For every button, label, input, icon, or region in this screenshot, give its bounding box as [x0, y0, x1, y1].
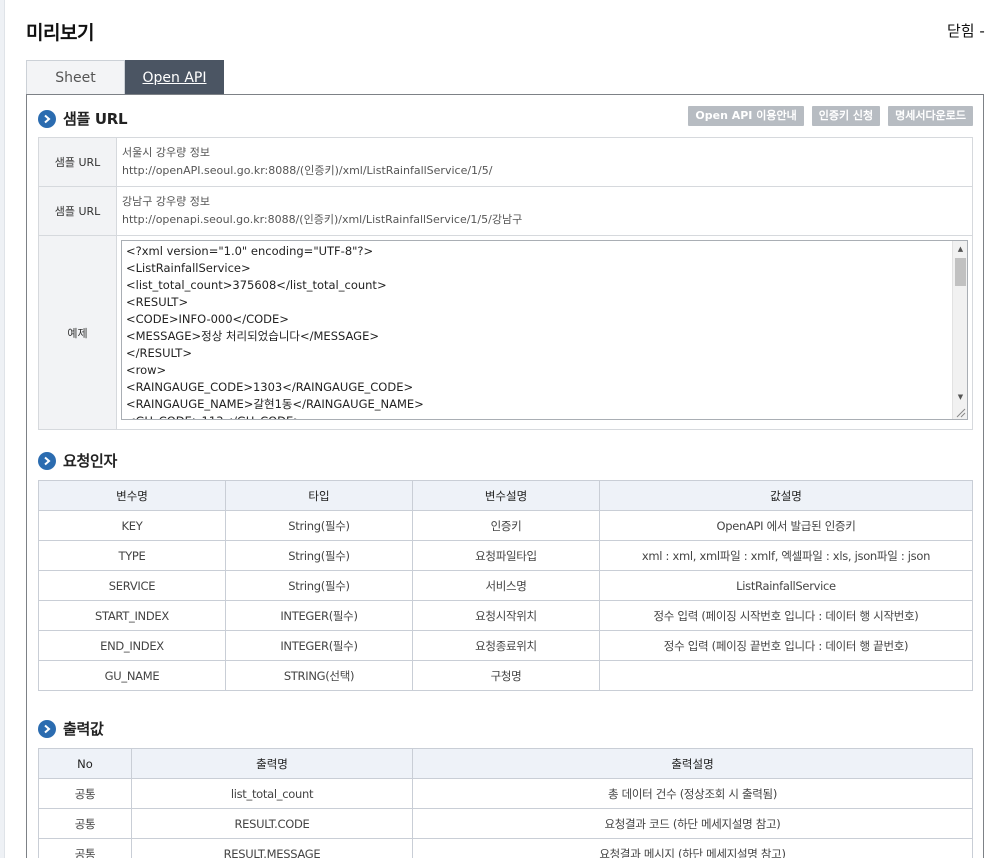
table-cell: TYPE: [38, 540, 226, 571]
table-cell: OpenAPI 에서 발급된 인증키: [599, 510, 973, 541]
tab-sheet[interactable]: Sheet: [26, 60, 125, 95]
action-buttons: Open API 이용안내 인증키 신청 명세서다운로드: [688, 106, 973, 126]
example-xml: <?xml version="1.0" encoding="UTF-8"?> <…: [126, 244, 424, 419]
table-cell: RESULT.CODE: [131, 808, 413, 839]
sample-url-cell: 강남구 강우량 정보 http://openapi.seoul.go.kr:80…: [116, 186, 973, 236]
output-table: No 출력명 출력설명 공통 list_total_count 총 데이터 건수…: [38, 748, 973, 858]
table-row: END_INDEX INTEGER(필수) 요청종료위치 정수 입력 (페이징 …: [38, 630, 973, 661]
table-row: 공통 RESULT.MESSAGE 요청결과 메시지 (하단 메세지설명 참고): [38, 838, 973, 858]
section-title: 출력값: [63, 720, 104, 738]
page-title: 미리보기: [26, 22, 94, 44]
sample-url-heading: 샘플 URL: [38, 108, 128, 129]
column-header: 출력설명: [412, 748, 973, 779]
example-textarea[interactable]: <?xml version="1.0" encoding="UTF-8"?> <…: [121, 240, 968, 420]
scroll-up-icon[interactable]: ▲: [953, 241, 967, 256]
sample-url-caption: 강남구 강우량 정보: [122, 195, 210, 208]
table-cell: INTEGER(필수): [225, 600, 413, 631]
table-cell: 요청파일타입: [412, 540, 600, 571]
table-row: SERVICE String(필수) 서비스명 ListRainfallServ…: [38, 570, 973, 601]
table-cell: 서비스명: [412, 570, 600, 601]
scroll-thumb[interactable]: [955, 258, 966, 286]
table-cell: 정수 입력 (페이징 시작번호 입니다 : 데이터 행 시작번호): [599, 600, 973, 631]
tab-bar: Sheet Open API: [26, 60, 224, 95]
table-cell: String(필수): [225, 570, 413, 601]
column-header: 변수설명: [412, 480, 600, 511]
table-cell: INTEGER(필수): [225, 630, 413, 661]
table-cell: xml : xml, xml파일 : xmlf, 엑셀파일 : xls, jso…: [599, 540, 973, 571]
table-row: TYPE String(필수) 요청파일타입 xml : xml, xml파일 …: [38, 540, 973, 571]
row-label: 샘플 URL: [38, 186, 117, 236]
chevron-right-icon: [38, 451, 56, 470]
table-cell: 요청시작위치: [412, 600, 600, 631]
row-label: 샘플 URL: [38, 137, 117, 187]
table-cell: END_INDEX: [38, 630, 226, 661]
table-cell: 구청명: [412, 660, 600, 691]
table-header-row: No 출력명 출력설명: [38, 748, 973, 779]
table-cell: [599, 660, 973, 691]
sample-url-link[interactable]: http://openAPI.seoul.go.kr:8088/(인증키)/xm…: [122, 162, 967, 180]
sample-url-link[interactable]: http://openapi.seoul.go.kr:8088/(인증키)/xm…: [122, 211, 967, 229]
example-cell: <?xml version="1.0" encoding="UTF-8"?> <…: [116, 235, 973, 430]
table-row: GU_NAME STRING(선택) 구청명: [38, 660, 973, 691]
open-api-panel: 샘플 URL Open API 이용안내 인증키 신청 명세서다운로드 샘플 U…: [26, 94, 984, 858]
resize-grip-icon[interactable]: [954, 406, 966, 418]
table-cell: ListRainfallService: [599, 570, 973, 601]
table-cell: 인증키: [412, 510, 600, 541]
table-cell: 요청결과 코드 (하단 메세지설명 참고): [412, 808, 973, 839]
sample-url-table: 샘플 URL 서울시 강우량 정보 http://openAPI.seoul.g…: [38, 137, 973, 430]
table-row: 예제 <?xml version="1.0" encoding="UTF-8"?…: [38, 235, 973, 430]
column-header: 값설명: [599, 480, 973, 511]
table-cell: 총 데이터 건수 (정상조회 시 출력됨): [412, 778, 973, 809]
chevron-right-icon: [38, 719, 56, 738]
column-header: 타입: [225, 480, 413, 511]
section-title: 요청인자: [63, 452, 118, 470]
table-cell: START_INDEX: [38, 600, 226, 631]
row-label: 예제: [38, 235, 117, 430]
table-cell: KEY: [38, 510, 226, 541]
table-cell: SERVICE: [38, 570, 226, 601]
table-row: 샘플 URL 강남구 강우량 정보 http://openapi.seoul.g…: [38, 186, 973, 236]
table-row: 공통 RESULT.CODE 요청결과 코드 (하단 메세지설명 참고): [38, 808, 973, 839]
table-cell: 정수 입력 (페이징 끝번호 입니다 : 데이터 행 끝번호): [599, 630, 973, 661]
request-table: 변수명 타입 변수설명 값설명 KEY String(필수) 인증키 OpenA…: [38, 480, 973, 691]
table-cell: 공통: [38, 838, 132, 858]
table-row: START_INDEX INTEGER(필수) 요청시작위치 정수 입력 (페이…: [38, 600, 973, 631]
table-row: 공통 list_total_count 총 데이터 건수 (정상조회 시 출력됨…: [38, 778, 973, 809]
section-title: 샘플 URL: [63, 110, 128, 128]
close-button[interactable]: 닫힘 -: [947, 20, 1001, 41]
table-cell: String(필수): [225, 540, 413, 571]
sample-url-cell: 서울시 강우량 정보 http://openAPI.seoul.go.kr:80…: [116, 137, 973, 187]
table-cell: 공통: [38, 778, 132, 809]
table-cell: STRING(선택): [225, 660, 413, 691]
scrollbar[interactable]: ▲ ▼: [952, 241, 967, 419]
tab-open-api[interactable]: Open API: [125, 60, 224, 95]
table-cell: GU_NAME: [38, 660, 226, 691]
table-cell: RESULT.MESSAGE: [131, 838, 413, 858]
api-guide-button[interactable]: Open API 이용안내: [688, 106, 804, 126]
request-heading: 요청인자: [38, 450, 117, 471]
left-edge: [0, 0, 5, 858]
spec-download-button[interactable]: 명세서다운로드: [888, 106, 973, 126]
table-row: KEY String(필수) 인증키 OpenAPI 에서 발급된 인증키: [38, 510, 973, 541]
chevron-right-icon: [38, 109, 56, 128]
column-header: No: [38, 748, 132, 779]
auth-key-request-button[interactable]: 인증키 신청: [811, 106, 881, 126]
sample-url-caption: 서울시 강우량 정보: [122, 146, 210, 159]
column-header: 변수명: [38, 480, 226, 511]
table-cell: 요청결과 메시지 (하단 메세지설명 참고): [412, 838, 973, 858]
table-cell: String(필수): [225, 510, 413, 541]
table-cell: 요청종료위치: [412, 630, 600, 661]
output-heading: 출력값: [38, 718, 104, 739]
table-row: 샘플 URL 서울시 강우량 정보 http://openAPI.seoul.g…: [38, 137, 973, 187]
table-header-row: 변수명 타입 변수설명 값설명: [38, 480, 973, 511]
table-cell: list_total_count: [131, 778, 413, 809]
column-header: 출력명: [131, 748, 413, 779]
scroll-down-icon[interactable]: ▼: [953, 389, 967, 404]
table-cell: 공통: [38, 808, 132, 839]
